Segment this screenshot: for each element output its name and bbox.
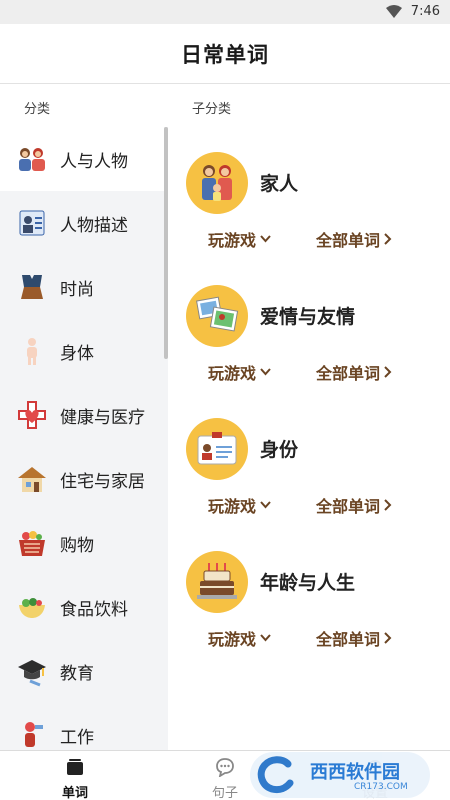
page-title: 日常单词 (181, 42, 269, 67)
subcategory-list: 家人 玩游戏 全部单词 爱情与友情 玩游戏 全部单词 身份 玩游戏 全部单词 年… (168, 127, 450, 750)
watermark-logo: 西西软件园 CR173.COM (250, 752, 430, 798)
sidebar-item-label: 食品饮料 (60, 599, 128, 620)
all-words-label: 全部单词 (316, 630, 381, 649)
all-words-button[interactable]: 全部单词 (316, 626, 392, 650)
sidebar-item-label: 住宅与家居 (60, 471, 145, 492)
chevron-down-icon (260, 634, 271, 642)
chevron-down-icon (260, 235, 271, 243)
chat-bubble-icon (216, 758, 234, 777)
all-words-label: 全部单词 (316, 364, 381, 383)
cards-icon (67, 759, 83, 775)
chevron-right-icon (384, 499, 392, 511)
column-headers: 分类 子分类 (0, 85, 450, 127)
watermark-text: 西西软件园 (310, 762, 400, 783)
sidebar-item-person-description[interactable]: 人物描述 (0, 191, 164, 255)
subcategory-name: 年龄与人生 (260, 572, 356, 594)
play-game-button[interactable]: 玩游戏 (208, 360, 271, 384)
all-words-button[interactable]: 全部单词 (316, 493, 392, 517)
chevron-down-icon (260, 501, 271, 509)
subcategory-name: 爱情与友情 (260, 306, 356, 328)
sidebar-item-fashion[interactable]: 时尚 (0, 255, 164, 319)
shopping-basket-icon (16, 527, 48, 559)
status-bar: 7:46 (0, 0, 450, 24)
sidebar-item-work[interactable]: 工作 (0, 703, 164, 750)
people-icon (16, 143, 48, 175)
play-game-button[interactable]: 玩游戏 (208, 493, 271, 517)
sidebar-item-shopping[interactable]: 购物 (0, 511, 164, 575)
subcategory-name: 身份 (260, 439, 299, 461)
chevron-right-icon (384, 366, 392, 378)
sidebar-item-label: 教育 (60, 663, 94, 684)
cake-icon (186, 551, 248, 613)
wifi-icon (386, 5, 402, 18)
sidebar-item-food[interactable]: 食品饮料 (0, 575, 164, 639)
all-words-button[interactable]: 全部单词 (316, 360, 392, 384)
sidebar-item-house[interactable]: 住宅与家居 (0, 447, 164, 511)
sidebar-item-body[interactable]: 身体 (0, 319, 164, 383)
sidebar-item-label: 人与人物 (60, 151, 128, 172)
category-sidebar[interactable]: 人与人物 人物描述 时尚 身体 健康与医疗 住宅与家居 购物 食品饮料 教育 工… (0, 127, 168, 750)
sidebar-item-label: 时尚 (60, 279, 94, 300)
subcategory-card-family[interactable]: 家人 玩游戏 全部单词 (168, 127, 450, 257)
photos-icon (186, 285, 248, 347)
play-game-label: 玩游戏 (208, 497, 257, 516)
sidebar-item-people[interactable]: 人与人物 (0, 127, 164, 191)
family-icon (186, 152, 248, 214)
health-icon (16, 399, 48, 431)
subcategory-card-love-friendship[interactable]: 爱情与友情 玩游戏 全部单词 (168, 260, 450, 390)
id-card-icon (186, 418, 248, 480)
fashion-icon (16, 271, 48, 303)
subcategory-card-identity[interactable]: 身份 玩游戏 全部单词 (168, 393, 450, 523)
body-icon (16, 335, 48, 367)
all-words-label: 全部单词 (316, 497, 381, 516)
watermark-c-icon (257, 756, 294, 794)
food-icon (16, 591, 48, 623)
subcategory-card-age-life[interactable]: 年龄与人生 玩游戏 全部单词 (168, 526, 450, 656)
tab-label: 单词 (61, 786, 88, 800)
sidebar-item-label: 健康与医疗 (60, 407, 145, 428)
play-game-label: 玩游戏 (208, 364, 257, 383)
sidebar-item-label: 购物 (60, 535, 94, 556)
chevron-down-icon (260, 368, 271, 376)
sidebar-item-label: 身体 (60, 343, 94, 364)
title-bar: 日常单词 (0, 24, 450, 84)
chevron-right-icon (384, 233, 392, 245)
sidebar-item-education[interactable]: 教育 (0, 639, 164, 703)
tab-words[interactable]: 单词 (0, 751, 150, 800)
play-game-label: 玩游戏 (208, 231, 257, 250)
play-game-label: 玩游戏 (208, 630, 257, 649)
status-time: 7:46 (410, 4, 440, 19)
graduation-cap-icon (16, 655, 48, 687)
watermark-subtext: CR173.COM (354, 782, 408, 792)
subcategory-header: 子分类 (192, 102, 232, 117)
person-card-icon (16, 207, 48, 239)
sidebar-item-label: 人物描述 (60, 215, 128, 236)
play-game-button[interactable]: 玩游戏 (208, 626, 271, 650)
subcategory-name: 家人 (260, 173, 299, 195)
category-header: 分类 (24, 102, 51, 117)
all-words-button[interactable]: 全部单词 (316, 227, 392, 251)
chevron-right-icon (384, 632, 392, 644)
play-game-button[interactable]: 玩游戏 (208, 227, 271, 251)
sidebar-item-health[interactable]: 健康与医疗 (0, 383, 164, 447)
all-words-label: 全部单词 (316, 231, 381, 250)
work-icon (16, 719, 48, 750)
sidebar-item-label: 工作 (60, 727, 94, 748)
house-icon (16, 463, 48, 495)
